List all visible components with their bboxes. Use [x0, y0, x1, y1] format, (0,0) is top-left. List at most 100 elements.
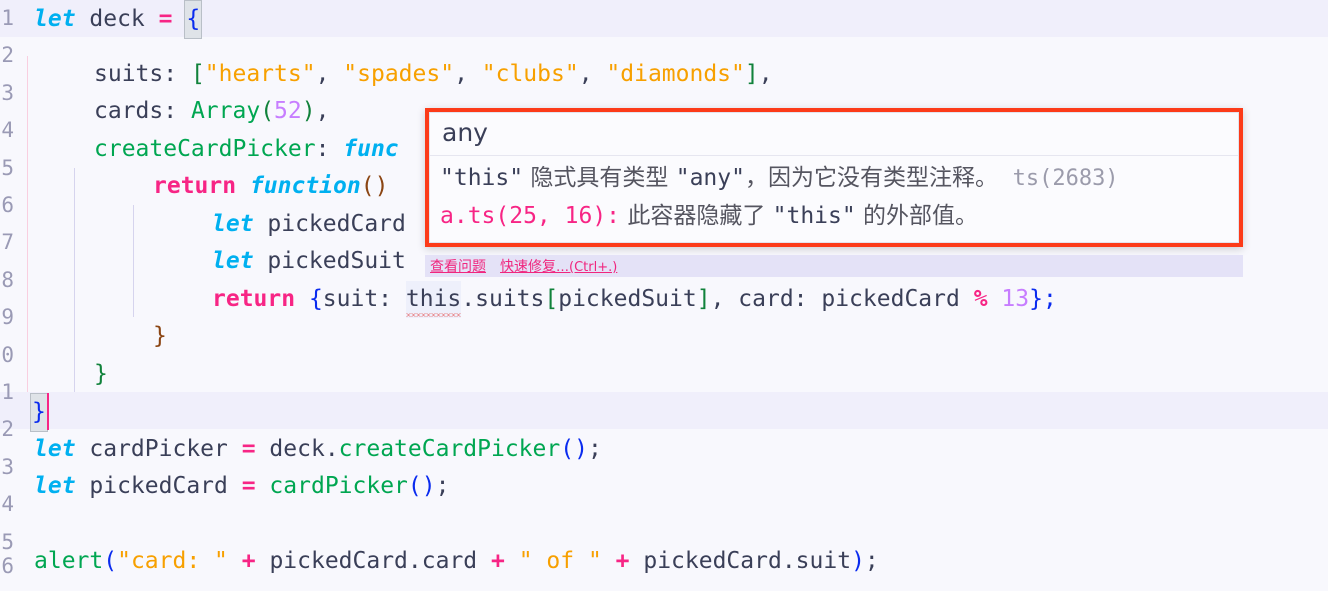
- tooltip-frame: any "this" 隐式具有类型 "any"，因为它没有类型注释。 ts(26…: [429, 112, 1239, 244]
- quick-fix-link[interactable]: 快速修复…(Ctrl+.): [500, 256, 617, 276]
- tooltip-message-line: "this" 隐式具有类型 "any"，因为它没有类型注释。 ts(2683): [440, 160, 1228, 198]
- tooltip-msg-this: "this": [440, 165, 524, 192]
- code-line-9[interactable]: }: [0, 318, 167, 355]
- hover-tooltip[interactable]: any "this" 隐式具有类型 "any"，因为它没有类型注释。 ts(26…: [425, 108, 1243, 248]
- code-line-8[interactable]: return {suit: this.suits[pickedSuit], ca…: [0, 281, 1057, 319]
- token-keyword-function: function: [236, 173, 361, 199]
- token-key-cards: cards:: [94, 98, 191, 124]
- token-operator-assign: =: [241, 436, 256, 462]
- token-parens: (): [560, 436, 588, 462]
- token-keyword-return: return: [153, 173, 237, 199]
- tooltip-msg-mid1: 隐式具有类型: [523, 165, 676, 192]
- token-parens: (): [407, 473, 436, 499]
- token-comma: ,: [758, 61, 773, 87]
- tooltip-error-code: ts(2683): [1012, 166, 1119, 192]
- token-operator-assign: =: [158, 6, 173, 32]
- token-keyword-let: let: [34, 473, 76, 499]
- token-identifier-pickedsuit: pickedSuit: [253, 248, 406, 274]
- token-identifier-pickedcard: pickedCard: [75, 473, 242, 499]
- token-paren-close: ): [301, 98, 316, 124]
- text-cursor: [47, 393, 49, 430]
- token-string-clubs: "clubs": [481, 61, 579, 87]
- token-function-alert: alert: [34, 548, 104, 574]
- token-number-52: 52: [274, 98, 302, 124]
- token-brace-close: }: [153, 323, 167, 349]
- code-line-11[interactable]: }: [0, 393, 48, 433]
- code-line-2[interactable]: suits: ["hearts", "spades", "clubs", "di…: [0, 56, 773, 93]
- token-identifier-pickedcard: pickedCard: [253, 211, 406, 237]
- token-bracket-close: ]: [696, 286, 711, 312]
- token-identifier-deck: deck: [75, 6, 159, 32]
- token-operator-plus: +: [601, 548, 644, 574]
- code-line-5[interactable]: return function(): [0, 168, 388, 205]
- token-operator-modulo: %: [973, 286, 988, 312]
- token-keyword-let: let: [212, 248, 254, 274]
- code-line-13[interactable]: let pickedCard = cardPicker();: [0, 468, 449, 505]
- token-operator-plus: +: [477, 548, 519, 574]
- token-paren-open: (: [103, 548, 118, 574]
- token-semicolon: ;: [435, 473, 450, 499]
- token-paren-close: ): [851, 548, 865, 574]
- token-brace-close: }: [1029, 286, 1043, 312]
- token-object-deck: deck.: [255, 436, 339, 462]
- code-line-6[interactable]: let pickedCard: [0, 206, 406, 243]
- token-function-array: Array: [190, 98, 261, 124]
- tooltip-detail-pre: 此容器隐藏了: [620, 203, 773, 230]
- editor-surface[interactable]: 21 22 23 24 25 26 27 28 29 30 31 32 33 3…: [0, 0, 1328, 591]
- tooltip-type-label: any: [430, 113, 1238, 157]
- quick-fix-label: 快速修复: [500, 259, 556, 275]
- token-identifier-pickedsuit: pickedSuit: [558, 286, 697, 312]
- token-this-error: this: [405, 281, 462, 319]
- token-bracket-open: [: [544, 286, 559, 312]
- token-member-suits: .suits: [461, 286, 545, 312]
- token-string-spades: "spades": [343, 61, 455, 87]
- tooltip-action-bar[interactable]: 查看问题 快速修复…(Ctrl+.): [425, 255, 1243, 277]
- tooltip-msg-mid2: ，因为它没有类型注释。: [744, 165, 998, 192]
- token-comma: ,: [315, 61, 344, 87]
- token-paren-open: (: [260, 98, 275, 124]
- token-key-suits: suits:: [94, 61, 191, 87]
- token-string-hearts: "hearts": [204, 61, 316, 87]
- token-brace-close: }: [94, 361, 108, 387]
- code-line-15[interactable]: alert("card: " + pickedCard.card + " of …: [0, 543, 879, 580]
- token-identifier-cardpicker: cardPicker: [75, 436, 242, 462]
- code-line-10[interactable]: }: [0, 356, 108, 393]
- tooltip-location[interactable]: a.ts(25, 16):: [440, 203, 620, 229]
- tooltip-body: "this" 隐式具有类型 "any"，因为它没有类型注释。 ts(2683) …: [430, 156, 1238, 242]
- token-operator-assign: =: [241, 473, 256, 499]
- token-keyword-let: let: [34, 436, 76, 462]
- token-keyword-let: let: [34, 6, 76, 32]
- token-bracket-match-close: }: [30, 393, 48, 433]
- token-semicolon: ;: [587, 436, 602, 462]
- line-highlight-current: [0, 392, 1328, 430]
- token-number-13: 13: [987, 286, 1030, 312]
- token-brace-open: {: [295, 286, 323, 312]
- tooltip-detail-post: 的外部值。: [855, 203, 979, 230]
- code-line-3[interactable]: cards: Array(52),: [0, 93, 329, 130]
- token-string-of: " of ": [518, 548, 602, 574]
- token-colon: :: [315, 136, 344, 162]
- token-args: , card: pickedCard: [710, 286, 974, 312]
- code-line-4[interactable]: createCardPicker: func: [0, 131, 399, 168]
- tooltip-msg-any: "any": [675, 165, 745, 192]
- token-semicolon: ;: [1042, 286, 1057, 312]
- code-line-1[interactable]: let deck = {: [0, 0, 203, 40]
- token-comma: ,: [315, 98, 330, 124]
- token-keyword-let: let: [212, 211, 254, 237]
- token-bracket-close: ]: [744, 61, 759, 87]
- view-problem-link[interactable]: 查看问题: [430, 256, 486, 276]
- token-comma: ,: [454, 61, 482, 87]
- tooltip-detail-line: a.ts(25, 16): 此容器隐藏了 "this" 的外部值。: [440, 198, 1228, 236]
- token-comma: ,: [578, 61, 607, 87]
- code-editor-screenshot: 21 22 23 24 25 26 27 28 29 30 31 32 33 3…: [0, 0, 1328, 591]
- token-parens: (): [360, 173, 389, 199]
- code-line-7[interactable]: let pickedSuit: [0, 243, 406, 280]
- quick-fix-shortcut: …(Ctrl+.): [556, 260, 618, 275]
- token-string-card: "card: ": [117, 548, 228, 574]
- token-member-createcardpicker: createCardPicker: [338, 436, 561, 462]
- token-keyword-function: func: [343, 136, 399, 162]
- token-keyword-return: return: [212, 286, 296, 312]
- token-identifier-pickedcard-card: pickedCard.card: [269, 548, 478, 574]
- token-string-diamonds: "diamonds": [606, 61, 745, 87]
- code-line-12[interactable]: let cardPicker = deck.createCardPicker()…: [0, 431, 602, 468]
